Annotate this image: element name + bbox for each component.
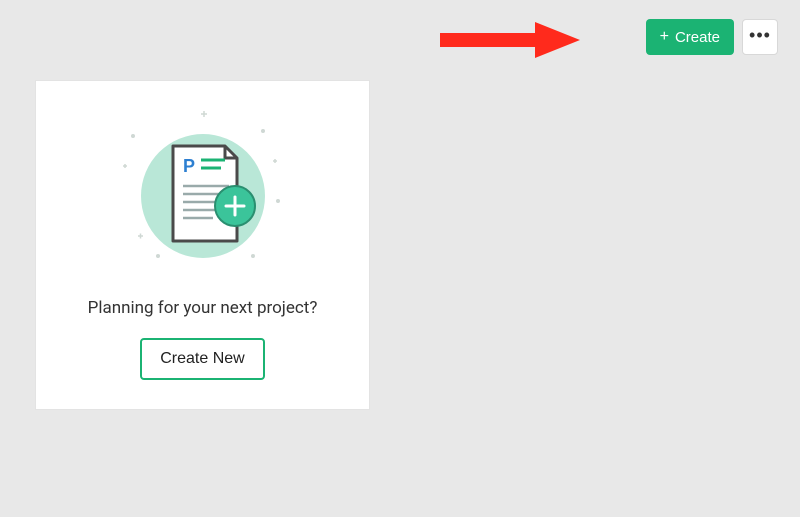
- create-new-button[interactable]: Create New: [140, 338, 264, 380]
- more-menu-button[interactable]: •••: [742, 19, 778, 55]
- create-button[interactable]: + Create: [646, 19, 734, 55]
- doc-letter: P: [183, 156, 195, 176]
- plus-icon: +: [660, 29, 669, 45]
- document-illustration: P: [113, 106, 293, 276]
- more-icon: •••: [749, 26, 771, 44]
- annotation-arrow-icon: [440, 22, 580, 58]
- header-actions: + Create •••: [646, 19, 778, 55]
- empty-state-card: P Planning for your next project? Create…: [35, 80, 370, 410]
- create-button-label: Create: [675, 29, 720, 46]
- plus-badge-icon: [215, 186, 255, 226]
- empty-state-prompt: Planning for your next project?: [88, 298, 318, 318]
